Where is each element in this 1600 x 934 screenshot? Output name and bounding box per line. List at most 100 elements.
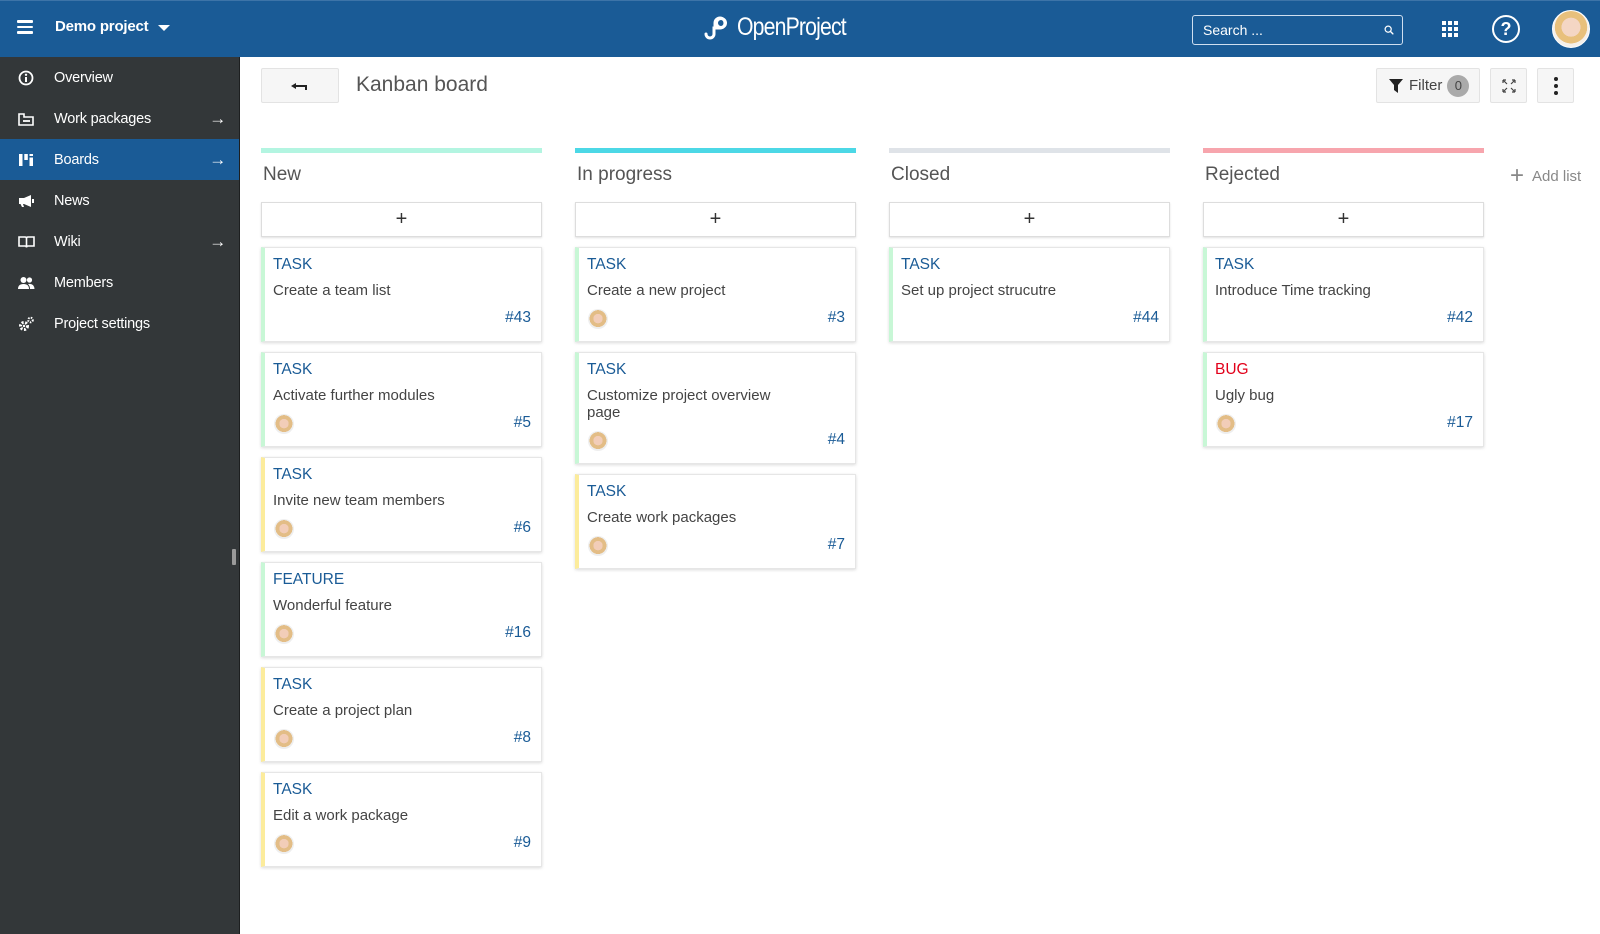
sidebar-item-members[interactable]: Members [0, 262, 240, 303]
card-subject[interactable]: Introduce Time tracking [1215, 282, 1473, 299]
column-title[interactable]: Rejected [1205, 164, 1484, 192]
card-id-link[interactable]: #16 [505, 624, 531, 642]
add-card-button[interactable]: + [1203, 202, 1484, 237]
card-subject[interactable]: Ugly bug [1215, 387, 1473, 404]
work-package-card[interactable]: TASK Create a project plan #8 [261, 667, 542, 762]
sidebar-item-label: Members [54, 274, 114, 291]
search-box[interactable] [1192, 15, 1403, 45]
column-title[interactable]: New [263, 164, 542, 192]
add-list-button[interactable]: + Add list [1510, 164, 1600, 188]
assignee-avatar[interactable] [588, 309, 608, 329]
card-id-link[interactable]: #7 [828, 536, 845, 554]
assignee-avatar[interactable] [274, 834, 294, 854]
caret-down-icon [158, 24, 171, 31]
card-id-link[interactable]: #4 [828, 431, 845, 449]
sidebar-item-wiki[interactable]: Wiki → [0, 221, 240, 262]
card-subject[interactable]: Set up project strucutre [901, 282, 1159, 299]
sidebar-item-label: Work packages [54, 110, 152, 127]
card-id-link[interactable]: #3 [828, 309, 845, 327]
card-id-link[interactable]: #42 [1447, 309, 1473, 327]
card-subject[interactable]: Edit a work package [273, 807, 531, 824]
arrow-right-icon[interactable]: → [209, 232, 226, 252]
card-subject[interactable]: Customize project overview page [587, 387, 845, 421]
fullscreen-button[interactable] [1490, 68, 1527, 103]
card-subject[interactable]: Create a project plan [273, 702, 531, 719]
assignee-avatar[interactable] [588, 431, 608, 451]
card-subject[interactable]: Create a team list [273, 282, 531, 299]
menu-toggle-icon[interactable] [17, 20, 33, 34]
work-package-card[interactable]: TASK Activate further modules #5 [261, 352, 542, 447]
search-icon[interactable] [1384, 21, 1394, 39]
sidebar-item-label: Wiki [54, 233, 81, 250]
work-package-card[interactable]: TASK Customize project overview page #4 [575, 352, 856, 464]
modules-grid-icon[interactable] [1442, 21, 1458, 37]
assignee-avatar[interactable] [274, 414, 294, 434]
arrow-right-icon[interactable]: → [209, 150, 226, 170]
card-type: TASK [587, 483, 627, 500]
arrow-right-icon[interactable]: → [209, 109, 226, 129]
help-icon[interactable]: ? [1492, 15, 1520, 43]
card-type: TASK [273, 256, 313, 273]
card-subject[interactable]: Invite new team members [273, 492, 531, 509]
add-card-button[interactable]: + [261, 202, 542, 237]
filter-icon [1389, 78, 1403, 93]
card-subject[interactable]: Wonderful feature [273, 597, 531, 614]
card-id-link[interactable]: #43 [505, 309, 531, 327]
card-id-link[interactable]: #8 [514, 729, 531, 747]
add-card-button[interactable]: + [575, 202, 856, 237]
assignee-avatar[interactable] [274, 624, 294, 644]
sidebar-item-work-packages[interactable]: Work packages → [0, 98, 240, 139]
column-color-bar [889, 148, 1170, 153]
card-id-link[interactable]: #44 [1133, 309, 1159, 327]
card-type: TASK [273, 676, 313, 693]
more-options-button[interactable] [1537, 68, 1574, 103]
card-footer: #4 [587, 429, 845, 455]
work-package-card[interactable]: TASK Create a new project #3 [575, 247, 856, 342]
project-selector[interactable]: Demo project [55, 18, 171, 35]
card-id-link[interactable]: #6 [514, 519, 531, 537]
card-subject[interactable]: Create work packages [587, 509, 845, 526]
assignee-avatar[interactable] [274, 519, 294, 539]
work-package-card[interactable]: TASK Set up project strucutre #44 [889, 247, 1170, 342]
work-package-card[interactable]: TASK Introduce Time tracking #42 [1203, 247, 1484, 342]
back-button[interactable] [261, 68, 339, 103]
search-input[interactable] [1203, 22, 1384, 38]
sidebar-item-project-settings[interactable]: Project settings [0, 303, 240, 344]
work-package-card[interactable]: TASK Edit a work package #9 [261, 772, 542, 867]
user-avatar[interactable] [1552, 10, 1590, 48]
assignee-avatar[interactable] [274, 729, 294, 749]
expand-icon [1501, 78, 1516, 93]
card-type: TASK [587, 361, 627, 378]
card-type: TASK [901, 256, 941, 273]
card-footer: #6 [273, 517, 531, 543]
card-subject[interactable]: Create a new project [587, 282, 845, 299]
assignee-avatar[interactable] [1216, 414, 1236, 434]
add-card-button[interactable]: + [889, 202, 1170, 237]
card-subject[interactable]: Activate further modules [273, 387, 531, 404]
column-title[interactable]: Closed [891, 164, 1170, 192]
filter-button[interactable]: Filter 0 [1376, 68, 1480, 103]
openproject-logo[interactable]: OpenProject [702, 13, 865, 42]
sidebar-divider [239, 57, 240, 934]
card-type: TASK [273, 466, 313, 483]
sidebar-item-overview[interactable]: Overview [0, 57, 240, 98]
work-package-card[interactable]: TASK Invite new team members #6 [261, 457, 542, 552]
board-column: New + TASK Create a team list #43 TASK Activat… [261, 148, 542, 867]
column-color-bar [1203, 148, 1484, 153]
card-id-link[interactable]: #5 [514, 414, 531, 432]
gears-icon [17, 315, 35, 333]
card-id-link[interactable]: #9 [514, 834, 531, 852]
work-package-card[interactable]: TASK Create a team list #43 [261, 247, 542, 342]
column-title[interactable]: In progress [577, 164, 856, 192]
card-id-link[interactable]: #17 [1447, 414, 1473, 432]
sidebar-item-boards[interactable]: Boards → [0, 139, 240, 180]
card-footer: #8 [273, 727, 531, 753]
work-package-card[interactable]: FEATURE Wonderful feature #16 [261, 562, 542, 657]
boards-icon [17, 151, 35, 169]
column-color-bar [261, 148, 542, 153]
sidebar-item-news[interactable]: News [0, 180, 240, 221]
sidebar-resize-handle[interactable] [232, 549, 236, 565]
work-package-card[interactable]: TASK Create work packages #7 [575, 474, 856, 569]
work-package-card[interactable]: BUG Ugly bug #17 [1203, 352, 1484, 447]
assignee-avatar[interactable] [588, 536, 608, 556]
